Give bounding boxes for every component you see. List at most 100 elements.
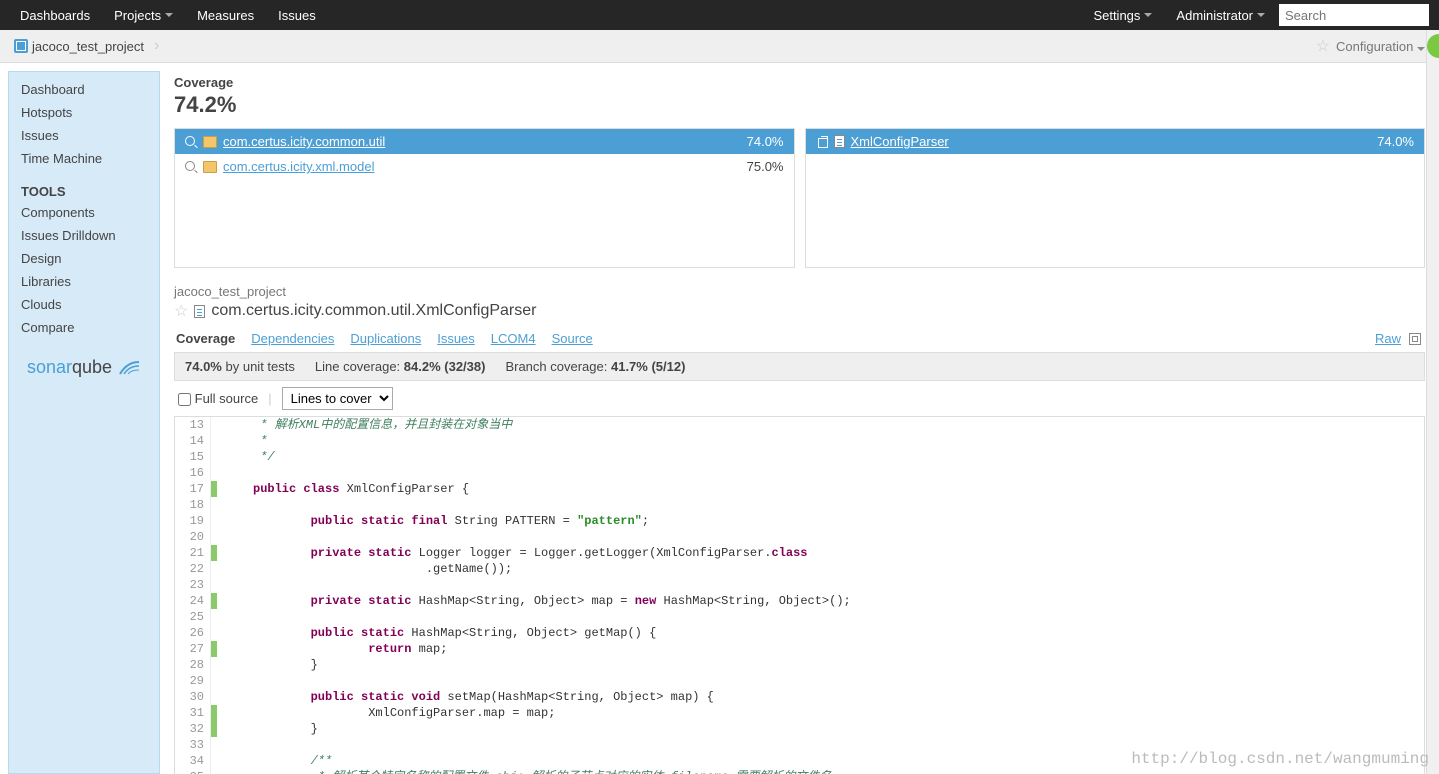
code-line: 14 * [175, 433, 1424, 449]
full-source-checkbox[interactable] [178, 393, 191, 406]
code-text: } [217, 657, 1424, 673]
project-name: jacoco_test_project [32, 39, 144, 54]
settings-menu[interactable]: Settings [1083, 2, 1162, 29]
item-link[interactable]: com.certus.icity.common.util [223, 134, 385, 149]
sidebar-section-tools: TOOLS [9, 170, 159, 201]
sidebar-item-dashboard[interactable]: Dashboard [9, 78, 159, 101]
open-external-icon[interactable] [1409, 333, 1421, 345]
source-toolbar: Full source | Lines to cover [174, 381, 1425, 416]
coverage-filter-select[interactable]: Lines to cover [282, 387, 393, 410]
settings-label: Settings [1093, 8, 1140, 23]
nav-dashboards[interactable]: Dashboards [10, 2, 100, 29]
tab-duplications[interactable]: Duplications [350, 331, 421, 346]
code-line: 21 private static Logger logger = Logger… [175, 545, 1424, 561]
code-line: 33 [175, 737, 1424, 753]
file-title: ☆ com.certus.icity.common.util.XmlConfig… [174, 301, 1425, 321]
code-text [217, 673, 1424, 689]
package-panel: com.certus.icity.common.util74.0%com.cer… [174, 128, 795, 268]
code-line: 31 XmlConfigParser.map = map; [175, 705, 1424, 721]
sidebar-item-hotspots[interactable]: Hotspots [9, 101, 159, 124]
sidebar-item-clouds[interactable]: Clouds [9, 293, 159, 316]
line-number: 20 [175, 529, 211, 545]
line-number: 34 [175, 753, 211, 769]
code-line: 28 } [175, 657, 1424, 673]
tab-source[interactable]: Source [552, 331, 593, 346]
configuration-menu[interactable]: Configuration [1336, 39, 1425, 54]
tab-lcom4[interactable]: LCOM4 [491, 331, 536, 346]
folder-icon [203, 161, 217, 173]
package-row[interactable]: com.certus.icity.common.util 74.0% [175, 129, 794, 154]
nav-projects[interactable]: Projects [104, 2, 183, 29]
nav-measures[interactable]: Measures [187, 2, 264, 29]
sonarqube-wave-icon [119, 360, 141, 376]
code-line: 22 .getName()); [175, 561, 1424, 577]
sidebar-item-design[interactable]: Design [9, 247, 159, 270]
source-code: 13 * 解析XML中的配置信息，并且封装在对象当中14 *15 */1617p… [174, 416, 1425, 774]
line-number: 27 [175, 641, 211, 657]
line-number: 30 [175, 689, 211, 705]
search-input[interactable] [1279, 4, 1429, 26]
project-icon [14, 39, 28, 53]
code-text: public static HashMap<String, Object> ge… [217, 625, 1424, 641]
code-line: 20 [175, 529, 1424, 545]
full-source-toggle[interactable]: Full source [178, 391, 258, 406]
topbar-right: Settings Administrator [1083, 2, 1429, 29]
chevron-down-icon [165, 13, 173, 17]
chevron-right-icon: › [154, 37, 159, 55]
code-line: 16 [175, 465, 1424, 481]
tab-issues[interactable]: Issues [437, 331, 475, 346]
coverage-pct: 74.0% [747, 134, 784, 149]
code-line: 17public class XmlConfigParser { [175, 481, 1424, 497]
tab-dependencies[interactable]: Dependencies [251, 331, 334, 346]
line-number: 17 [175, 481, 211, 497]
item-link[interactable]: XmlConfigParser [851, 134, 949, 149]
metric-label: Coverage [174, 75, 1425, 90]
metric-value: 74.2% [174, 92, 1425, 118]
browser-scrollbar[interactable] [1426, 30, 1439, 774]
code-text: private static Logger logger = Logger.ge… [217, 545, 1424, 561]
sidebar-item-libraries[interactable]: Libraries [9, 270, 159, 293]
raw-link[interactable]: Raw [1375, 331, 1401, 346]
nav-issues[interactable]: Issues [268, 2, 326, 29]
line-number: 25 [175, 609, 211, 625]
package-row[interactable]: com.certus.icity.xml.model75.0% [175, 154, 794, 179]
code-text: return map; [217, 641, 1424, 657]
coverage-pct: 74.0% [1377, 134, 1414, 149]
code-line: 34 /** [175, 753, 1424, 769]
item-link[interactable]: com.certus.icity.xml.model [223, 159, 374, 174]
line-number: 29 [175, 673, 211, 689]
line-number: 31 [175, 705, 211, 721]
sidebar-item-components[interactable]: Components [9, 201, 159, 224]
branch-coverage: Branch coverage: 41.7% (5/12) [505, 359, 685, 374]
code-line: 13 * 解析XML中的配置信息，并且封装在对象当中 [175, 417, 1424, 433]
tab-coverage[interactable]: Coverage [176, 331, 235, 346]
breadcrumb-project[interactable]: jacoco_test_project › [14, 37, 159, 55]
file-row[interactable]: XmlConfigParser 74.0% [806, 129, 1425, 154]
code-text: public static final String PATTERN = "pa… [217, 513, 1424, 529]
code-text: XmlConfigParser.map = map; [217, 705, 1424, 721]
code-text: .getName()); [217, 561, 1424, 577]
code-text: public static void setMap(HashMap<String… [217, 689, 1424, 705]
code-line: 26 public static HashMap<String, Object>… [175, 625, 1424, 641]
code-line: 35 * 解析某个特定名称的配置文件 obj: 解析的子节点对应的实体 file… [175, 769, 1424, 774]
code-text: private static HashMap<String, Object> m… [217, 593, 1424, 609]
admin-menu[interactable]: Administrator [1166, 2, 1275, 29]
sidebar: DashboardHotspotsIssuesTime Machine TOOL… [8, 71, 160, 774]
line-number: 21 [175, 545, 211, 561]
sidebar-item-time-machine[interactable]: Time Machine [9, 147, 159, 170]
topbar-left: DashboardsProjects MeasuresIssues [10, 2, 326, 29]
code-line: 32 } [175, 721, 1424, 737]
line-number: 33 [175, 737, 211, 753]
sidebar-item-compare[interactable]: Compare [9, 316, 159, 339]
line-number: 24 [175, 593, 211, 609]
code-line: 27 return map; [175, 641, 1424, 657]
star-icon[interactable]: ☆ [174, 301, 188, 321]
star-icon[interactable]: ☆ [1316, 36, 1330, 56]
sidebar-item-issues[interactable]: Issues [9, 124, 159, 147]
sidebar-item-issues-drilldown[interactable]: Issues Drilldown [9, 224, 159, 247]
code-text: } [217, 721, 1424, 737]
file-breadcrumb[interactable]: jacoco_test_project [174, 284, 1425, 299]
code-line: 18 [175, 497, 1424, 513]
folder-icon [203, 136, 217, 148]
admin-label: Administrator [1176, 8, 1253, 23]
